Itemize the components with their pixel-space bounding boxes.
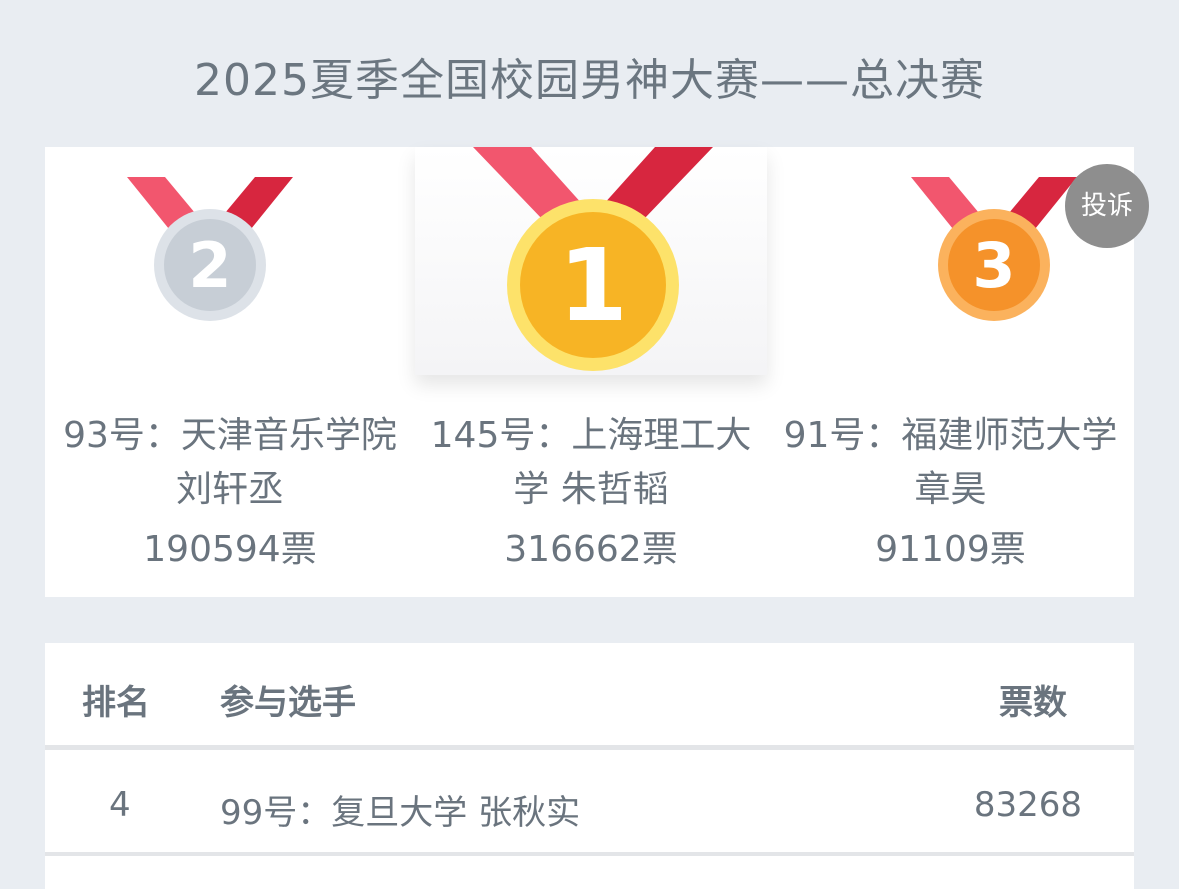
complain-button[interactable]: 投诉: [1065, 164, 1149, 248]
winner-votes: 91109票: [875, 529, 1026, 570]
row-player: 99号：复旦大学 张秋实: [220, 793, 581, 833]
bronze-medal-icon: 3: [911, 177, 1077, 321]
page-title: 2025夏季全国校园男神大赛——总决赛: [194, 55, 985, 106]
gold-medal-icon: 1: [473, 147, 713, 371]
table-row-partial[interactable]: [45, 856, 1134, 889]
winner-name: 93号：天津音乐学院 刘轩丞: [63, 415, 397, 510]
row-rank: 4: [109, 785, 131, 825]
row-votes: 83268: [973, 785, 1082, 825]
winner-name: 91号：福建师范大学 章昊: [783, 415, 1118, 510]
ranking-table: 排名 参与选手 票数 4 99号：复旦大学 张秋实 83268: [45, 643, 1134, 889]
winner-votes: 190594票: [143, 529, 317, 570]
medal-rank: 2: [188, 229, 231, 302]
medal-rank: 3: [972, 229, 1015, 302]
header-player: 参与选手: [220, 683, 356, 723]
silver-medal-icon: 2: [127, 177, 293, 321]
winner-card-first[interactable]: 1 145号：上海理工大学 朱哲韬 316662票: [415, 147, 767, 597]
podium: 2 93号：天津音乐学院 刘轩丞 190594票 1 145号：上海理工大学 朱…: [45, 147, 1134, 597]
table-header: 排名 参与选手 票数: [45, 643, 1134, 750]
medal-rank: 1: [558, 227, 628, 344]
winner-name: 145号：上海理工大学 朱哲韬: [430, 415, 752, 510]
header-votes: 票数: [999, 683, 1067, 723]
table-row[interactable]: 4 99号：复旦大学 张秋实 83268: [45, 750, 1134, 856]
winner-card-second[interactable]: 2 93号：天津音乐学院 刘轩丞 190594票: [45, 147, 415, 597]
header-rank: 排名: [82, 683, 150, 723]
winner-votes: 316662票: [504, 529, 678, 570]
